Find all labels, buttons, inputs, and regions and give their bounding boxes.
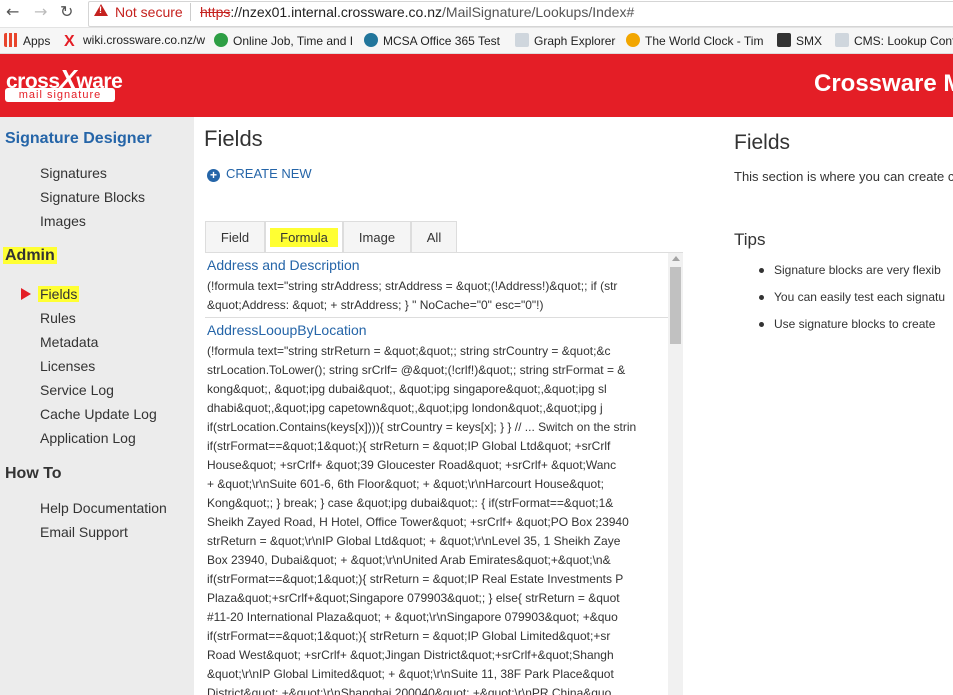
max-icon: [214, 33, 228, 47]
help-panel-title: Fields: [734, 131, 791, 154]
tip-item: Use signature blocks to create: [758, 317, 936, 331]
tab-formula[interactable]: Formula: [265, 221, 343, 253]
tip-item: Signature blocks are very flexib: [759, 263, 941, 277]
reload-icon[interactable]: ↻: [60, 2, 73, 21]
formula-line: + &quot;\r\nSuite 601-6, 6th Floor&quot;…: [207, 477, 604, 491]
bookmarks-bar: Apps Xwiki.crossware.co.nz/w Online Job,…: [0, 28, 953, 54]
url-text[interactable]: https://nzex01.internal.crossware.co.nz/…: [200, 4, 634, 20]
sidebar-item-fields[interactable]: Fields: [38, 286, 80, 302]
sidebar-item-cache-update-log[interactable]: Cache Update Log: [40, 406, 157, 422]
page-icon: [835, 33, 849, 47]
formula-line: (!formula text="string strAddress; strAd…: [207, 279, 618, 293]
sidebar-section-signature-designer[interactable]: Signature Designer: [5, 130, 152, 148]
bookmark-apps[interactable]: Apps: [4, 33, 50, 48]
divider: [205, 317, 668, 318]
bookmark-world-clock[interactable]: The World Clock - Tim: [626, 33, 763, 48]
bookmark-wiki[interactable]: Xwiki.crossware.co.nz/w: [64, 33, 205, 50]
page-title: Fields: [204, 126, 263, 151]
sidebar-item-signature-blocks[interactable]: Signature Blocks: [40, 189, 145, 205]
formula-line: kong&quot;, &quot;ipg dubai&quot;, &quot…: [207, 382, 607, 396]
scroll-up-icon[interactable]: [672, 256, 680, 261]
formula-line: Road West&quot; +srCrlf+ &quot;Jingan Di…: [207, 648, 614, 662]
formula-line: District&quot; +&quot;\r\nShanghai 20004…: [207, 686, 612, 695]
bookmark-cms[interactable]: CMS: Lookup Conf: [835, 33, 953, 48]
formula-line: if(strLocation.Contains(keys[x]))){ strC…: [207, 420, 637, 434]
formula-line: strReturn = &quot;\r\nIP Global Ltd&quot…: [207, 534, 621, 548]
wordpress-icon: [364, 33, 378, 47]
forward-icon[interactable]: →: [34, 2, 47, 21]
formula-line: if(strFormat==&quot;1&quot;){ strReturn …: [207, 629, 611, 643]
bookmark-smx[interactable]: SMX: [777, 33, 822, 48]
sidebar-item-application-log[interactable]: Application Log: [40, 430, 136, 446]
formula-line: #11-20 International Plaza&quot; + &quot…: [207, 610, 618, 624]
back-icon[interactable]: ←: [6, 2, 19, 21]
tips-title: Tips: [734, 230, 766, 249]
field-title-address-lookup-by-location[interactable]: AddressLooupByLocation: [207, 322, 668, 338]
page-icon: [515, 33, 529, 47]
sidebar-item-licenses[interactable]: Licenses: [40, 358, 95, 374]
sidebar-item-metadata[interactable]: Metadata: [40, 334, 98, 350]
clock-icon: [626, 33, 640, 47]
crossware-x-icon: X: [64, 33, 75, 50]
create-new-link[interactable]: + CREATE NEW: [207, 166, 312, 182]
logo-subtitle: mail signature: [5, 88, 115, 102]
formula-line: strLocation.ToLower(); string srCrlf= @&…: [207, 363, 626, 377]
bookmark-online-job[interactable]: Online Job, Time and I: [214, 33, 353, 48]
formula-line: dhabi&quot;,&quot;ipg capetown&quot;,&qu…: [207, 401, 603, 415]
smx-icon: [777, 33, 791, 47]
sidebar-section-admin[interactable]: Admin: [3, 247, 57, 265]
tab-field[interactable]: Field: [205, 221, 265, 252]
scrollbar-thumb[interactable]: [670, 267, 681, 344]
bookmark-graph-explorer[interactable]: Graph Explorer: [515, 33, 615, 48]
sidebar-item-images[interactable]: Images: [40, 213, 86, 229]
sidebar-section-how-to[interactable]: How To: [5, 465, 62, 483]
formula-line: Box 23940, Dubai&quot; + &quot;\r\nUnite…: [207, 553, 611, 567]
formula-line: Kong&quot;; } break; } case &quot;ipg du…: [207, 496, 614, 510]
tab-image[interactable]: Image: [343, 221, 411, 252]
formula-line: Plaza&quot;+srCrlf+&quot;Singapore 07990…: [207, 591, 620, 605]
formula-line: &quot;Address: &quot; + strAddress; } " …: [207, 298, 544, 312]
bookmark-mcsa[interactable]: MCSA Office 365 Test: [364, 33, 500, 48]
browser-address-bar: ← → ↻ ! Not secure https://nzex01.intern…: [0, 0, 953, 28]
fields-list: Address and Description (!formula text="…: [205, 253, 668, 695]
sidebar-item-help-documentation[interactable]: Help Documentation: [40, 500, 167, 516]
app-header: [0, 54, 953, 117]
formula-line: if(strFormat==&quot;1&quot;){ strReturn …: [207, 439, 611, 453]
formula-line: House&quot; +srCrlf+ &quot;39 Gloucester…: [207, 458, 617, 472]
formula-line: Sheikh Zayed Road, H Hotel, Office Tower…: [207, 515, 629, 529]
formula-line: if(strFormat==&quot;1&quot;){ strReturn …: [207, 572, 624, 586]
sidebar-item-email-support[interactable]: Email Support: [40, 524, 128, 540]
plus-circle-icon: +: [207, 169, 220, 182]
tip-item: You can easily test each signatu: [758, 290, 946, 304]
field-title-address-description[interactable]: Address and Description: [207, 257, 668, 273]
apps-grid-icon: [4, 33, 18, 47]
formula-line: &quot;\r\nIP Global Limited&quot; + &quo…: [207, 667, 614, 681]
sidebar-item-service-log[interactable]: Service Log: [40, 382, 114, 398]
sidebar-item-signatures[interactable]: Signatures: [40, 165, 107, 181]
brand-title: Crossware M: [814, 70, 953, 97]
current-arrow-icon: [21, 288, 31, 300]
security-label[interactable]: Not secure: [115, 4, 183, 20]
tab-all[interactable]: All: [411, 221, 457, 252]
help-panel-text: This section is where you can create c: [734, 169, 953, 184]
sidebar-item-rules[interactable]: Rules: [40, 310, 76, 326]
formula-line: (!formula text="string strReturn = &quot…: [207, 344, 611, 358]
